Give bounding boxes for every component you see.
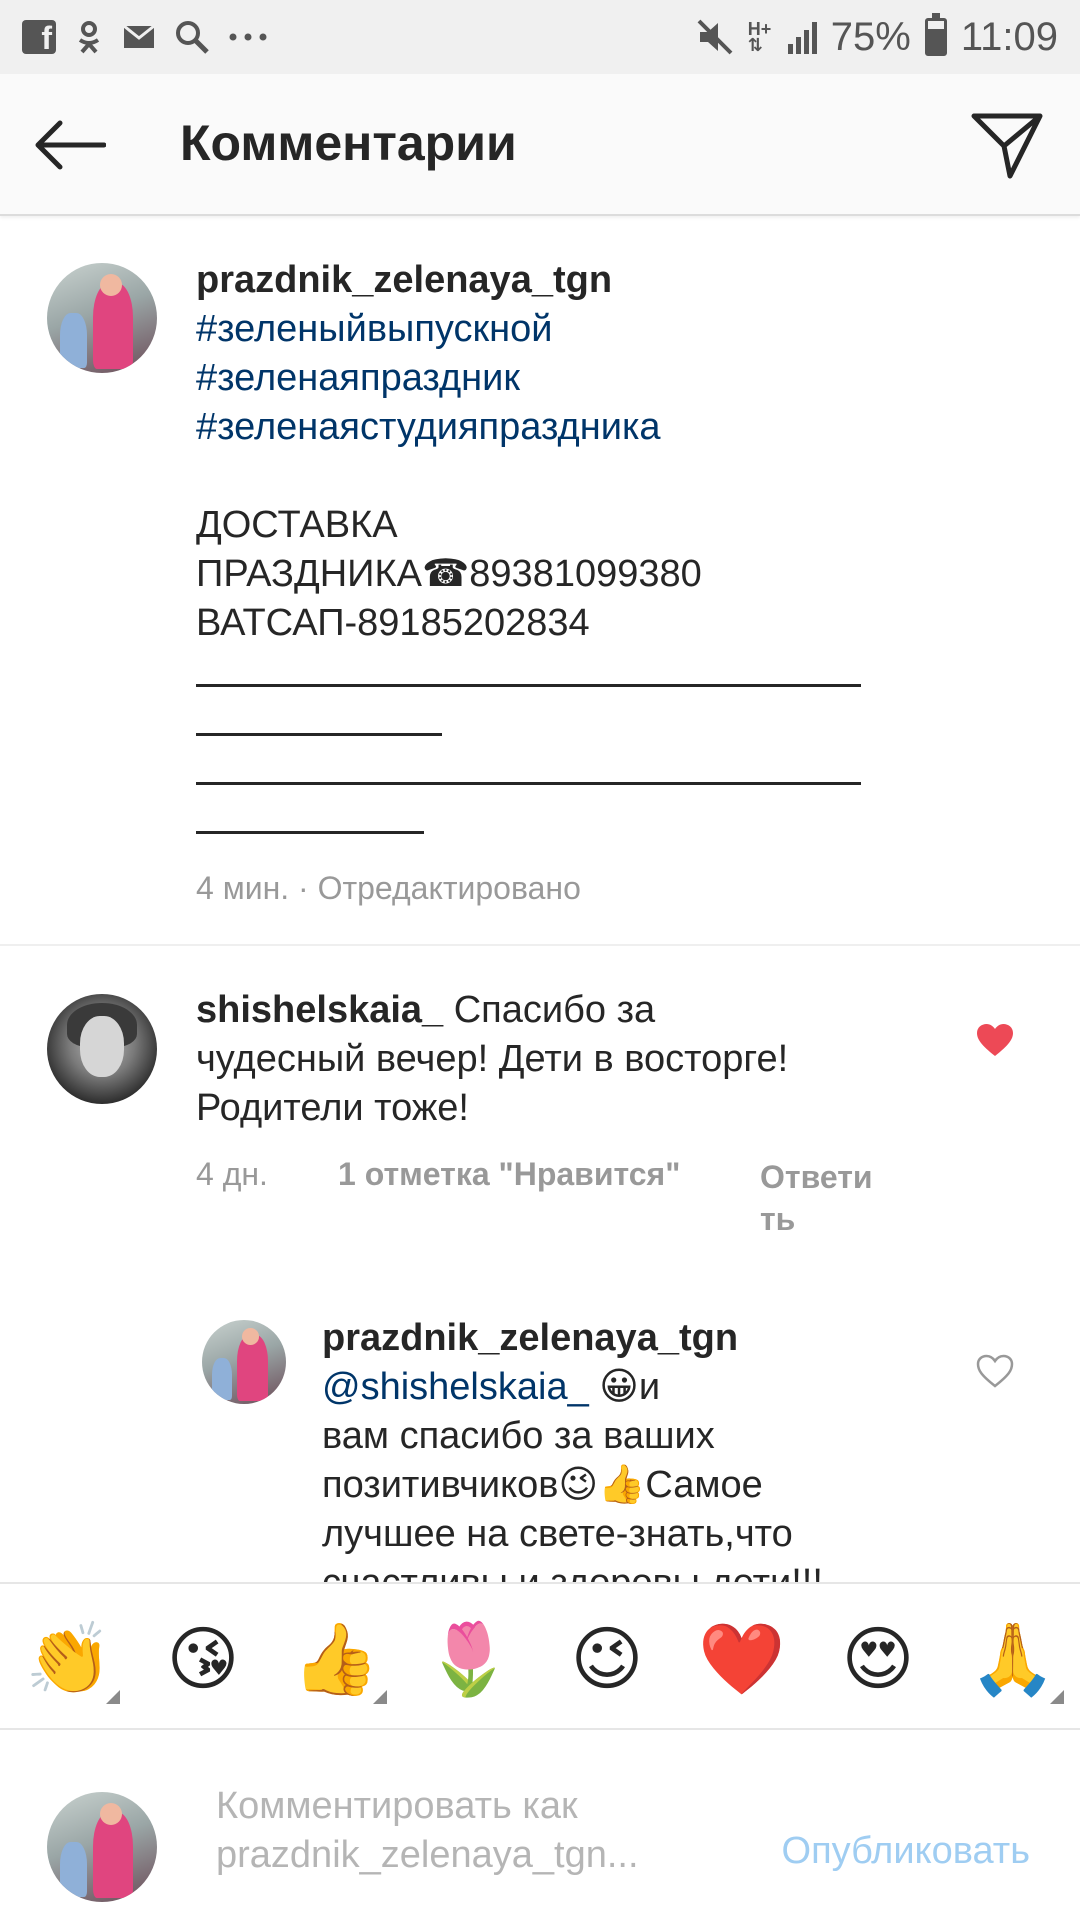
heart-filled-icon[interactable] bbox=[976, 1023, 1014, 1057]
avatar-photo-face bbox=[80, 1016, 124, 1077]
avatar[interactable] bbox=[47, 263, 157, 373]
reply-button[interactable]: Ответи ть bbox=[760, 1156, 873, 1240]
avatar[interactable] bbox=[47, 994, 157, 1104]
mail-icon bbox=[123, 24, 155, 48]
comment-line: чудесный вечер! Дети в восторге! bbox=[196, 1038, 789, 1080]
caption-text: prazdnik_zelenaya_tgn #зеленыйвыпускной … bbox=[196, 256, 956, 844]
mute-icon bbox=[697, 19, 733, 55]
avatar-photo-child bbox=[212, 1357, 233, 1400]
tulip-emoji[interactable]: 🌷 bbox=[424, 1614, 514, 1704]
likes-count-link[interactable]: 1 отметка "Нравится" bbox=[338, 1156, 680, 1193]
battery-percent: 75% bbox=[830, 14, 911, 59]
reply-line: лучшее на свете-знать,что bbox=[322, 1513, 793, 1555]
comment-input[interactable]: Комментировать как prazdnik_zelenaya_tgn… bbox=[216, 1782, 716, 1880]
comment-input-placeholder: Комментировать как bbox=[216, 1785, 578, 1827]
clapping-hands-emoji[interactable]: 👏 bbox=[24, 1614, 114, 1704]
avatar-photo-figure bbox=[237, 1335, 268, 1401]
caption-line: ВАТСАП-89185202834 bbox=[196, 602, 590, 644]
page-title: Комментарии bbox=[180, 115, 517, 171]
comment-time: 4 дн. bbox=[196, 1156, 268, 1192]
avatar-photo-child bbox=[60, 1841, 87, 1897]
avatar-photo-head bbox=[99, 1803, 122, 1825]
caption-meta: 4 мин. · Отредактировано bbox=[196, 870, 581, 906]
emoji-quick-bar: 👏 😘 👍 🌷 😉 ❤️ 😍 🙏 bbox=[0, 1582, 1080, 1730]
folded-hands-emoji[interactable]: 🙏 bbox=[968, 1614, 1058, 1704]
caption-username[interactable]: prazdnik_zelenaya_tgn bbox=[196, 256, 956, 305]
comment-text-first: Спасибо за bbox=[453, 989, 656, 1031]
reply-text-after-mention: 😀и bbox=[588, 1366, 661, 1408]
comment-text: shishelskaia_ Спасибо за чудесный вечер!… bbox=[196, 986, 896, 1133]
status-bar-left: f bbox=[22, 19, 268, 55]
hashtag-link[interactable]: #зеленаястудияпраздника bbox=[196, 403, 956, 452]
divider-rule bbox=[196, 648, 956, 697]
ok-icon bbox=[78, 21, 100, 54]
signal-icon bbox=[787, 20, 817, 54]
divider bbox=[0, 944, 1080, 946]
more-icon bbox=[229, 33, 267, 41]
divider-rule bbox=[196, 795, 956, 844]
kiss-face-emoji[interactable]: 😘 bbox=[158, 1614, 248, 1704]
avatar[interactable] bbox=[202, 1320, 286, 1404]
network-type: H+ bbox=[747, 19, 772, 39]
network-icon: H+ ⇅ bbox=[747, 19, 772, 55]
comment-composer: Комментировать как prazdnik_zelenaya_tgn… bbox=[0, 1730, 1080, 1920]
status-bar-right: H+ ⇅ 75% 11:09 bbox=[696, 13, 1058, 60]
avatar-photo-head bbox=[99, 274, 122, 296]
thumbs-up-emoji[interactable]: 👍 bbox=[291, 1614, 381, 1704]
search-icon bbox=[176, 21, 209, 54]
battery-icon bbox=[924, 13, 947, 56]
top-app-bar: Комментарии bbox=[0, 74, 1080, 216]
paper-plane-icon[interactable] bbox=[970, 108, 1044, 180]
mention-link[interactable]: @shishelskaia_ bbox=[322, 1366, 589, 1408]
arrow-left-icon[interactable] bbox=[34, 120, 106, 170]
avatar-photo-child bbox=[60, 312, 87, 368]
hashtag-link[interactable]: #зеленыйвыпускной bbox=[196, 305, 956, 354]
status-bar: f H+ ⇅ 75% 11:09 bbox=[0, 0, 1080, 74]
comment-username[interactable]: shishelskaia_ bbox=[196, 989, 443, 1031]
reply-username[interactable]: prazdnik_zelenaya_tgn bbox=[322, 1314, 922, 1363]
heart-eyes-emoji[interactable]: 😍 bbox=[833, 1614, 923, 1704]
comment-line: Родители тоже! bbox=[196, 1087, 469, 1129]
reply-text: prazdnik_zelenaya_tgn @shishelskaia_ 😀и … bbox=[322, 1314, 922, 1582]
reply-line: позитивчиков😉👍Самое bbox=[322, 1464, 763, 1506]
avatar bbox=[47, 1792, 157, 1902]
divider-rule bbox=[196, 697, 956, 746]
reply-line: счастливы и здоровы дети!!! bbox=[322, 1559, 922, 1582]
battery-fill bbox=[927, 29, 944, 53]
comment-input-placeholder: prazdnik_zelenaya_tgn... bbox=[216, 1834, 639, 1876]
reply-label-line: Ответи bbox=[760, 1159, 873, 1195]
reply-line: вам спасибо за ваших bbox=[322, 1415, 715, 1457]
caption-line: ПРАЗДНИКА☎89381099380 bbox=[196, 553, 702, 595]
reply-label-line: ть bbox=[760, 1201, 796, 1237]
clock: 11:09 bbox=[960, 14, 1058, 59]
red-heart-emoji[interactable]: ❤️ bbox=[697, 1614, 787, 1704]
divider-rule bbox=[196, 746, 956, 795]
wink-face-emoji[interactable]: 😉 bbox=[562, 1614, 652, 1704]
hashtag-link[interactable]: #зеленаяпраздник bbox=[196, 354, 956, 403]
publish-button[interactable]: Опубликовать bbox=[782, 1830, 1030, 1873]
caption-line: ДОСТАВКА bbox=[196, 504, 398, 546]
comments-list[interactable]: prazdnik_zelenaya_tgn #зеленыйвыпускной … bbox=[0, 218, 1080, 1582]
heart-outline-icon[interactable] bbox=[976, 1354, 1014, 1388]
facebook-icon: f bbox=[22, 20, 56, 54]
